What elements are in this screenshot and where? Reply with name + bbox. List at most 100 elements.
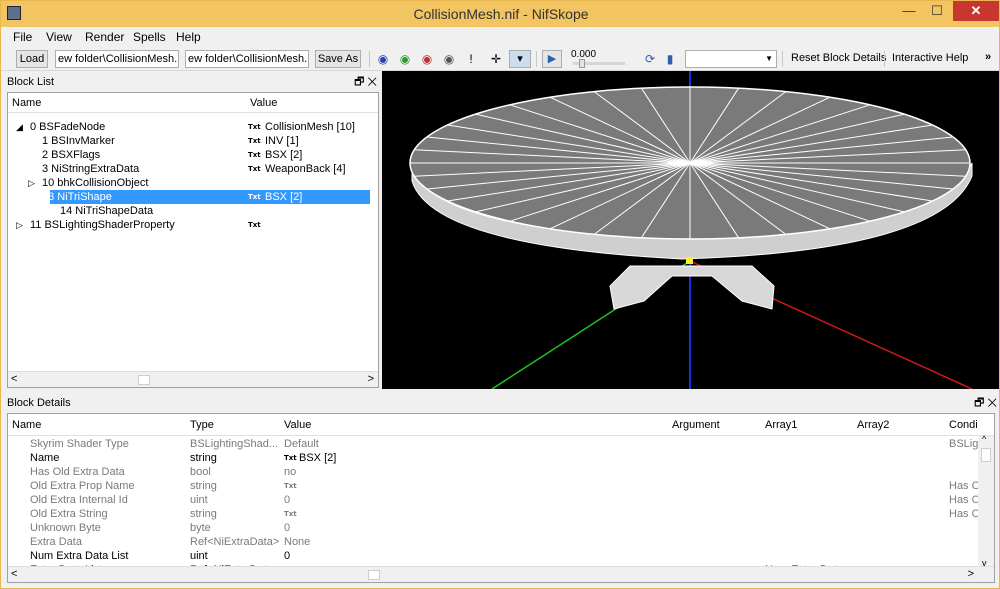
switch-icon[interactable]: ▮ xyxy=(663,52,677,66)
txt-icon: Txt xyxy=(248,165,261,173)
details-row-type: string xyxy=(190,480,217,492)
block-list-header: Block List 🗗 ✕ xyxy=(1,73,381,91)
panel-float-close-icon[interactable]: 🗗 ✕ xyxy=(974,394,997,412)
scroll-left-icon[interactable]: < xyxy=(11,373,17,385)
interactive-help-button[interactable]: Interactive Help xyxy=(892,52,968,64)
tree-row-name: 10 bhkCollisionObject xyxy=(42,177,149,189)
tree-row[interactable]: ▷ 10 bhkCollisionObject xyxy=(8,176,378,190)
txt-icon: Txt xyxy=(248,123,261,131)
details-row[interactable]: Old Extra Internal Id uint 0 Has O xyxy=(8,493,994,507)
details-row[interactable]: Has Old Extra Data bool no xyxy=(8,465,994,479)
col-array1-header[interactable]: Array1 xyxy=(765,419,797,431)
play-button[interactable]: ▶ xyxy=(542,50,562,68)
block-list-hscroll[interactable]: < > xyxy=(8,371,378,387)
toolbar-separator xyxy=(782,51,783,67)
details-hscroll[interactable]: < > xyxy=(8,566,994,582)
eye-green-icon[interactable]: ◉ xyxy=(398,52,412,66)
details-row-type: Ref<NiExtraData> xyxy=(190,536,280,548)
tree-row[interactable]: ◢ 0 BSFadeNode Txt CollisionMesh [10] xyxy=(8,120,378,134)
details-row[interactable]: Old Extra String string Txt Has O xyxy=(8,507,994,521)
txt-icon: Txt xyxy=(284,454,297,462)
details-row[interactable]: Num Extra Data List uint 0 xyxy=(8,549,994,563)
menu-file[interactable]: File xyxy=(13,30,32,44)
eye-grey-icon[interactable]: ◉ xyxy=(442,52,456,66)
tree-expand-icon[interactable]: ◢ xyxy=(28,190,35,204)
scroll-right-icon[interactable]: > xyxy=(968,568,974,580)
time-slider-handle[interactable] xyxy=(579,59,585,68)
tree-expand-icon[interactable]: ◢ xyxy=(16,120,23,134)
col-name-header[interactable]: Name xyxy=(12,97,41,109)
tree-row[interactable]: 2 BSXFlags Txt BSX [2] xyxy=(8,148,378,162)
load-button[interactable]: Load xyxy=(16,50,48,68)
details-row[interactable]: Extra Data Ref<NiExtraData> None xyxy=(8,535,994,549)
details-row-condition: Has O xyxy=(949,508,981,520)
view-dropdown-icon[interactable]: ▾ xyxy=(509,50,531,68)
col-value-header[interactable]: Value xyxy=(284,419,311,431)
tree-row-name: 0 BSFadeNode xyxy=(30,121,106,133)
details-row[interactable]: Skyrim Shader Type BSLightingShad... Defau… xyxy=(8,437,994,451)
axes-icon[interactable]: ✛ xyxy=(489,52,503,66)
scroll-thumb[interactable] xyxy=(368,570,380,580)
tree-row-name: 2 BSXFlags xyxy=(42,149,101,161)
save-as-button[interactable]: Save As xyxy=(315,50,361,68)
maximize-icon[interactable]: ☐ xyxy=(923,1,951,21)
menu-render[interactable]: Render xyxy=(85,30,124,44)
menu-view[interactable]: View xyxy=(46,30,72,44)
col-type-header[interactable]: Type xyxy=(190,419,214,431)
block-details-table[interactable]: Name Type Value Argument Array1 Array2 C… xyxy=(7,413,995,583)
tree-row[interactable]: 14 NiTriShapeData xyxy=(8,204,378,218)
tree-row[interactable]: ◢ 13 NiTriShape Txt BSX [2] xyxy=(28,190,370,204)
txt-icon: Txt xyxy=(284,482,297,490)
details-row-name: Num Extra Data List xyxy=(30,550,129,562)
txt-icon: Txt xyxy=(248,137,261,145)
col-name-header[interactable]: Name xyxy=(12,419,41,431)
loop-icon[interactable]: ⟳ xyxy=(643,52,657,66)
details-row-value: no xyxy=(284,466,297,478)
details-row-name: Name xyxy=(30,452,60,464)
footprint-icon[interactable]: ! xyxy=(464,52,478,66)
scroll-right-icon[interactable]: > xyxy=(368,373,374,385)
eye-red-icon[interactable]: ◉ xyxy=(420,52,434,66)
details-row[interactable]: Name string Txt BSX [2] xyxy=(8,451,994,465)
details-vscroll[interactable]: ^ v xyxy=(978,434,994,568)
block-list-title: Block List xyxy=(7,76,55,88)
details-row-value: Default xyxy=(284,438,319,450)
tree-row-value: BSX [2] xyxy=(265,149,303,161)
close-icon[interactable]: ✕ xyxy=(953,1,999,21)
tree-row-name: 13 NiTriShape xyxy=(42,191,112,203)
reset-block-details-button[interactable]: Reset Block Details xyxy=(791,52,886,64)
scroll-thumb[interactable] xyxy=(981,448,991,462)
col-condition-header[interactable]: Condi xyxy=(949,419,978,431)
details-row[interactable]: Old Extra Prop Name string Txt Has O xyxy=(8,479,994,493)
tree-expand-icon[interactable]: ▷ xyxy=(16,218,23,232)
scroll-left-icon[interactable]: < xyxy=(11,568,17,580)
tree-row[interactable]: ▷ 11 BSLightingShaderProperty Txt xyxy=(8,218,378,232)
toolbar-overflow-icon[interactable]: » xyxy=(985,51,991,63)
menu-spells[interactable]: Spells xyxy=(133,30,166,44)
col-array2-header[interactable]: Array2 xyxy=(857,419,889,431)
scroll-up-icon[interactable]: ^ xyxy=(982,434,986,444)
col-argument-header[interactable]: Argument xyxy=(672,419,720,431)
mesh-render xyxy=(409,71,973,389)
details-row[interactable]: Unknown Byte byte 0 xyxy=(8,521,994,535)
scroll-thumb[interactable] xyxy=(138,375,150,385)
details-row-value: 0 xyxy=(284,494,291,506)
col-value-header[interactable]: Value xyxy=(250,97,277,109)
panel-float-close-icon[interactable]: 🗗 ✕ xyxy=(354,73,377,91)
menu-help[interactable]: Help xyxy=(176,30,201,44)
tree-row[interactable]: 3 NiStringExtraData Txt WeaponBack [4] xyxy=(8,162,378,176)
tree-row-value: INV [1] xyxy=(265,135,299,147)
block-list-tree[interactable]: Name Value ◢ 0 BSFadeNode Txt CollisionMesh… xyxy=(7,92,379,388)
block-details-header: Block Details 🗗 ✕ xyxy=(1,394,999,412)
animation-select[interactable]: ▼ xyxy=(685,50,777,68)
tree-row[interactable]: 1 BSInvMarker Txt INV [1] xyxy=(8,134,378,148)
details-row-type: uint xyxy=(190,494,208,506)
minimize-icon[interactable]: — xyxy=(895,1,923,21)
save-path-input[interactable]: ew folder\CollisionMesh.nif xyxy=(185,50,309,68)
details-row-name: Has Old Extra Data xyxy=(30,466,125,478)
3d-viewport[interactable] xyxy=(382,71,999,389)
tree-row-value: WeaponBack [4] xyxy=(265,163,346,175)
tree-expand-icon[interactable]: ▷ xyxy=(28,176,35,190)
eye-blue-icon[interactable]: ◉ xyxy=(376,52,390,66)
load-path-input[interactable]: ew folder\CollisionMesh.nif xyxy=(55,50,179,68)
